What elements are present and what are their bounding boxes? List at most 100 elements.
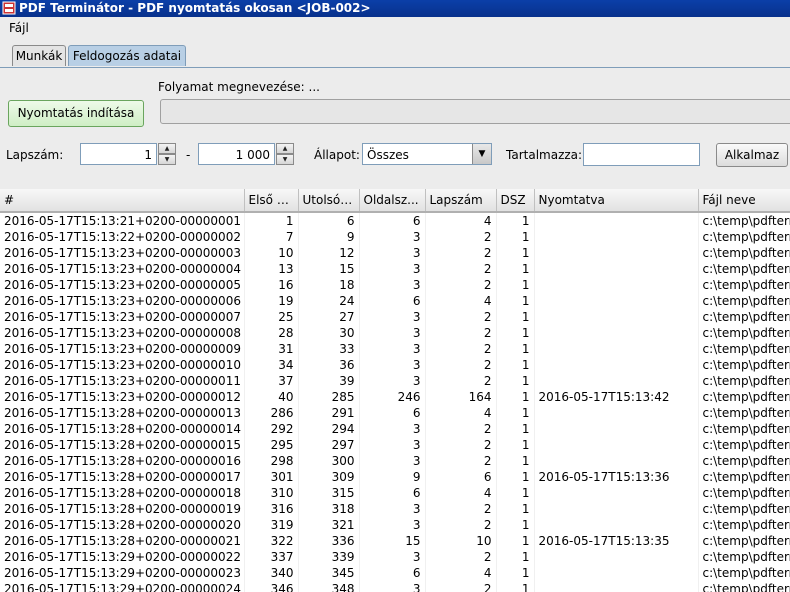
table-cell: c:\temp\pdfterm <box>698 517 790 533</box>
table-row[interactable]: 2016-05-17T15:13:22+0200-00000002 7 9 3 2 1 c:… <box>0 229 790 245</box>
table-cell: 291 <box>298 405 360 421</box>
table-cell: c:\temp\pdfterm <box>698 245 790 261</box>
table-row[interactable]: 2016-05-17T15:13:23+0200-00000003 10 12 3 2 1… <box>0 245 790 261</box>
table-cell: 3 <box>359 341 426 357</box>
table-cell: 4 <box>425 212 497 229</box>
table-cell: 24 <box>298 293 360 309</box>
table-cell: c:\temp\pdfterm <box>698 373 790 389</box>
page-to-spin-buttons: ▲ ▼ <box>276 143 294 165</box>
table-cell: 286 <box>244 405 299 421</box>
column-header-file-name[interactable]: Fájl neve <box>698 189 790 213</box>
table-cell: c:\temp\pdfterm <box>698 309 790 325</box>
table-cell: 1 <box>496 437 535 453</box>
table-cell: 25 <box>244 309 299 325</box>
table-cell: 1 <box>496 389 535 405</box>
table-cell: 2016-05-17T15:13:23+0200-00000011 <box>0 373 245 389</box>
table-cell: 1 <box>496 485 535 501</box>
column-header-id[interactable]: # <box>0 189 245 213</box>
spin-up-icon[interactable]: ▲ <box>276 143 294 154</box>
state-select[interactable]: Összes ▼ <box>362 143 492 165</box>
table-cell: 2016-05-17T15:13:23+0200-00000008 <box>0 325 245 341</box>
table-cell: c:\temp\pdfterm <box>698 261 790 277</box>
table-cell: 2016-05-17T15:13:35 <box>534 533 699 549</box>
spin-down-icon[interactable]: ▼ <box>276 154 294 165</box>
table-row[interactable]: 2016-05-17T15:13:29+0200-00000023 340 345 6… <box>0 565 790 581</box>
table-cell: 2016-05-17T15:13:23+0200-00000006 <box>0 293 245 309</box>
table-row[interactable]: 2016-05-17T15:13:28+0200-00000017 301 309 9… <box>0 469 790 485</box>
table-row[interactable]: 2016-05-17T15:13:23+0200-00000010 34 36 3 2 1… <box>0 357 790 373</box>
table-row[interactable]: 2016-05-17T15:13:29+0200-00000024 346 348 3… <box>0 581 790 592</box>
table-cell: 1 <box>496 565 535 581</box>
column-header-printed[interactable]: Nyomtatva <box>534 189 699 213</box>
table-cell: 2016-05-17T15:13:28+0200-00000019 <box>0 501 245 517</box>
table-cell: c:\temp\pdfterm <box>698 421 790 437</box>
apply-button[interactable]: Alkalmaz <box>716 143 788 167</box>
table-cell: 3 <box>359 501 426 517</box>
table-row[interactable]: 2016-05-17T15:13:28+0200-00000016 298 300 3… <box>0 453 790 469</box>
menu-file[interactable]: Fájl <box>9 21 29 35</box>
table-cell: 322 <box>244 533 299 549</box>
table-row[interactable]: 2016-05-17T15:13:23+0200-00000005 16 18 3 2 1… <box>0 277 790 293</box>
table-cell: 3 <box>359 229 426 245</box>
page-from-input[interactable]: 1 <box>80 143 157 165</box>
column-header-page-count[interactable]: Oldalsz... <box>359 189 426 213</box>
table-cell: 2 <box>425 549 497 565</box>
table-row[interactable]: 2016-05-17T15:13:21+0200-00000001 1 6 6 4 1 c:… <box>0 212 790 229</box>
table-cell: 2 <box>425 357 497 373</box>
tab-jobs[interactable]: Munkák <box>12 45 66 66</box>
table-cell: c:\temp\pdfterm <box>698 549 790 565</box>
spin-up-icon[interactable]: ▲ <box>158 143 176 154</box>
table-row[interactable]: 2016-05-17T15:13:28+0200-00000019 316 318 3… <box>0 501 790 517</box>
table-cell: 1 <box>496 581 535 592</box>
tab-processing-data[interactable]: Feldogozás adatai <box>68 45 186 66</box>
column-header-last-page[interactable]: Utolsó ... <box>298 189 360 213</box>
table-cell <box>534 245 699 261</box>
table-row[interactable]: 2016-05-17T15:13:28+0200-00000013 286 291 6… <box>0 405 790 421</box>
contains-input[interactable] <box>583 143 700 166</box>
table-row[interactable]: 2016-05-17T15:13:28+0200-00000021 322 336 1… <box>0 533 790 549</box>
table-row[interactable]: 2016-05-17T15:13:28+0200-00000014 292 294 3… <box>0 421 790 437</box>
table-cell: 15 <box>359 533 426 549</box>
table-cell <box>534 453 699 469</box>
app-icon <box>2 1 16 15</box>
table-row[interactable]: 2016-05-17T15:13:23+0200-00000004 13 15 3 2 1… <box>0 261 790 277</box>
table-cell: 6 <box>359 485 426 501</box>
table-cell: 30 <box>298 325 360 341</box>
table-cell: 28 <box>244 325 299 341</box>
table-cell: c:\temp\pdfterm <box>698 212 790 229</box>
table-cell: 2016-05-17T15:13:28+0200-00000015 <box>0 437 245 453</box>
table-cell: 27 <box>298 309 360 325</box>
table-cell: 18 <box>298 277 360 293</box>
column-header-sheet-count[interactable]: Lapszám <box>425 189 497 213</box>
table-cell: 3 <box>359 549 426 565</box>
table-cell <box>534 212 699 229</box>
table-cell: c:\temp\pdfterm <box>698 565 790 581</box>
table-cell: 39 <box>298 373 360 389</box>
page-to-input[interactable]: 1 000 <box>198 143 275 165</box>
table-cell: 6 <box>359 212 426 229</box>
table-row[interactable]: 2016-05-17T15:13:23+0200-00000012 40 285 24… <box>0 389 790 405</box>
start-print-button[interactable]: Nyomtatás indítása <box>8 100 144 127</box>
spin-down-icon[interactable]: ▼ <box>158 154 176 165</box>
table-row[interactable]: 2016-05-17T15:13:28+0200-00000018 310 315 6… <box>0 485 790 501</box>
table-row[interactable]: 2016-05-17T15:13:23+0200-00000008 28 30 3 2 1… <box>0 325 790 341</box>
table-row[interactable]: 2016-05-17T15:13:23+0200-00000007 25 27 3 2 1… <box>0 309 790 325</box>
table-cell: 2016-05-17T15:13:23+0200-00000009 <box>0 341 245 357</box>
table-row[interactable]: 2016-05-17T15:13:23+0200-00000006 19 24 6 4 1… <box>0 293 790 309</box>
table-row[interactable]: 2016-05-17T15:13:23+0200-00000009 31 33 3 2 1… <box>0 341 790 357</box>
chevron-down-icon[interactable]: ▼ <box>472 144 491 164</box>
table-row[interactable]: 2016-05-17T15:13:29+0200-00000022 337 339 3… <box>0 549 790 565</box>
table-cell: c:\temp\pdfterm <box>698 581 790 592</box>
table-row[interactable]: 2016-05-17T15:13:28+0200-00000020 319 321 3… <box>0 517 790 533</box>
table-cell: 316 <box>244 501 299 517</box>
table-row[interactable]: 2016-05-17T15:13:28+0200-00000015 295 297 3… <box>0 437 790 453</box>
table-cell: 1 <box>496 405 535 421</box>
column-header-dsz[interactable]: DSZ <box>496 189 535 213</box>
table-cell: 2016-05-17T15:13:36 <box>534 469 699 485</box>
table-row[interactable]: 2016-05-17T15:13:23+0200-00000011 37 39 3 2 1… <box>0 373 790 389</box>
column-header-first-page[interactable]: Első o... <box>244 189 299 213</box>
table-cell: 1 <box>496 229 535 245</box>
table-cell <box>534 357 699 373</box>
table-cell: 33 <box>298 341 360 357</box>
table-cell: c:\temp\pdfterm <box>698 389 790 405</box>
